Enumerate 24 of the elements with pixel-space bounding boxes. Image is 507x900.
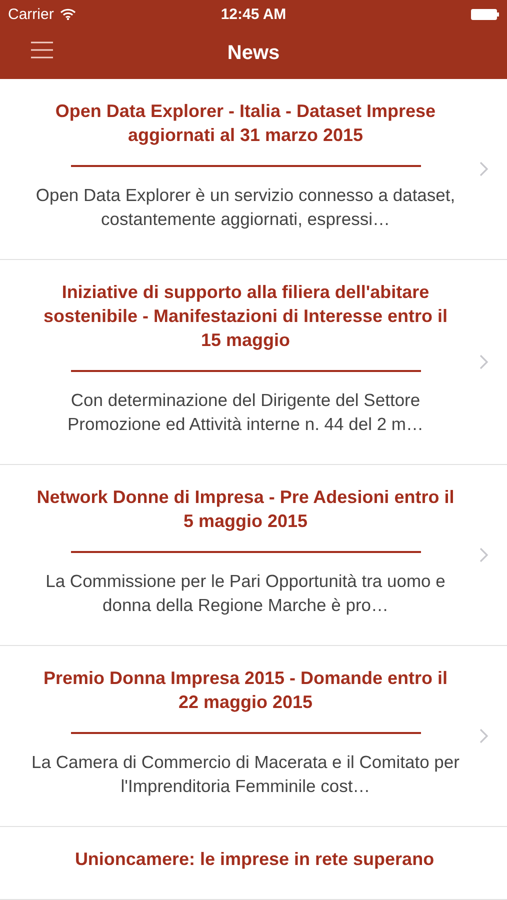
news-title: Network Donne di Impresa - Pre Adesioni entro il 5 maggio 2015	[36, 486, 456, 533]
news-summary: Con determinazione del Dirigente del Settore Promozione ed Attività interne n. 44 del 2 m…	[66, 389, 425, 436]
wifi-icon	[60, 8, 76, 20]
news-summary: La Commissione per le Pari Opportunità tra uomo e donna della Regione Marche è pro…	[44, 570, 446, 617]
news-item[interactable]: Unioncamere: le imprese in rete superano	[0, 827, 507, 900]
news-item[interactable]: Premio Donna Impresa 2015 - Domande entro il 22 maggio 2015 La Camera di Commercio di Macerata e il Comitato per l'Imprenditoria Femminile cost…	[0, 646, 507, 827]
carrier-label: Carrier	[8, 6, 54, 22]
news-summary: La Camera di Commercio di Macerata e il Comitato per l'Imprenditoria Femminile cost…	[30, 751, 460, 798]
news-title: Unioncamere: le imprese in rete superano	[74, 848, 434, 871]
news-title: Premio Donna Impresa 2015 - Domande entro il 22 maggio 2015	[42, 667, 449, 714]
chevron-right-icon	[479, 547, 489, 563]
news-title: Open Data Explorer - Italia - Dataset Imprese aggiornati al 31 marzo 2015	[54, 100, 437, 147]
menu-icon[interactable]	[31, 41, 53, 59]
page-title: News	[227, 42, 280, 65]
news-summary: Open Data Explorer è un servizio connesso a dataset, costantemente aggiornati, espressi…	[34, 184, 456, 231]
status-time: 12:45 AM	[220, 6, 286, 22]
chevron-right-icon	[479, 161, 489, 177]
chevron-right-icon	[479, 728, 489, 744]
battery-icon	[471, 8, 499, 20]
news-item[interactable]: Open Data Explorer - Italia - Dataset Imprese aggiornati al 31 marzo 2015 Open Data Explorer è un servizio connesso a dataset, costantemente aggiornati, espressi…	[0, 79, 507, 260]
news-title: Iniziative di supporto alla filiera dell'abitare sostenibile - Manifestazioni di Interesse entro il 15 maggio	[42, 281, 449, 352]
chevron-right-icon	[479, 354, 489, 370]
news-item[interactable]: Network Donne di Impresa - Pre Adesioni entro il 5 maggio 2015 La Commissione per le Pari Opportunità tra uomo e donna della Regione Marche è pro…	[0, 465, 507, 646]
news-item[interactable]: Iniziative di supporto alla filiera dell'abitare sostenibile - Manifestazioni di Interesse entro il 15 maggio Con determinazione del Dirigente del Settore Promozione ed Attività interne n. 44 del 2 m…	[0, 260, 507, 465]
